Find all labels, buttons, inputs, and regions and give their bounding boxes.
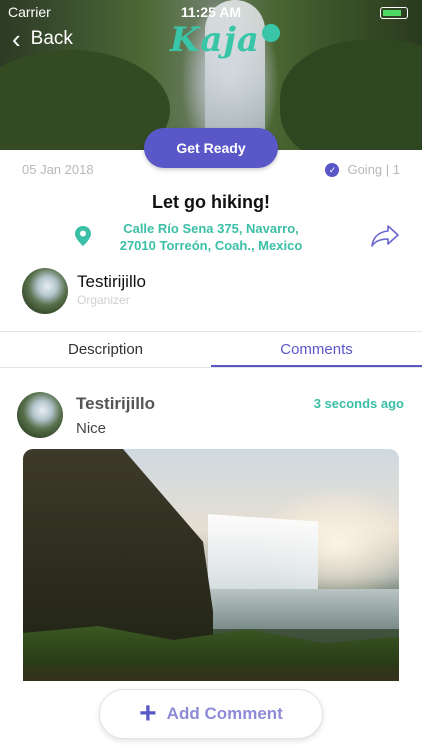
clock: 11:25 AM bbox=[180, 4, 242, 20]
logo-text: Kaja bbox=[170, 20, 260, 60]
back-button[interactable]: ‹ Back bbox=[12, 24, 73, 54]
status-bar: Carrier 11:25 AM bbox=[0, 3, 422, 21]
event-title: Let go hiking! bbox=[152, 192, 270, 212]
comment-photo[interactable] bbox=[23, 449, 399, 681]
organizer-name[interactable]: Testirijillo bbox=[77, 272, 146, 292]
get-ready-button[interactable]: Get Ready bbox=[144, 128, 278, 168]
add-comment-button[interactable]: + Add Comment bbox=[99, 689, 323, 739]
add-comment-label: Add Comment bbox=[166, 704, 283, 723]
share-arrow-icon[interactable] bbox=[370, 224, 400, 248]
battery-icon bbox=[380, 7, 408, 19]
tab-comments[interactable]: Comments bbox=[211, 333, 422, 367]
back-label: Back bbox=[30, 28, 73, 49]
check-circle-icon: ✓ bbox=[325, 162, 340, 177]
tab-description[interactable]: Description bbox=[0, 333, 211, 367]
back-chevron-icon: ‹ bbox=[12, 24, 21, 54]
organizer-role: Organizer bbox=[77, 293, 130, 307]
event-date: 05 Jan 2018 bbox=[22, 162, 94, 177]
comment-text: Nice bbox=[76, 420, 107, 437]
address-line-1: Calle Río Sena 375, Navarro, bbox=[123, 221, 299, 236]
address-line-2: 27010 Torreón, Coah., Mexico bbox=[119, 238, 303, 253]
going-label: Going | 1 bbox=[347, 162, 400, 177]
organizer-avatar[interactable] bbox=[22, 268, 68, 314]
going-status[interactable]: ✓ Going | 1 bbox=[325, 162, 400, 177]
event-address[interactable]: Calle Río Sena 375, Navarro, 27010 Torre… bbox=[106, 220, 316, 254]
comment-author-avatar[interactable] bbox=[17, 392, 63, 438]
app-logo: Kaja bbox=[170, 20, 280, 60]
tab-comments-label: Comments bbox=[280, 341, 353, 358]
comment-timestamp: 3 seconds ago bbox=[313, 396, 404, 411]
hero-cliff-right bbox=[280, 40, 422, 150]
event-detail-screen: Carrier 11:25 AM ‹ Back Kaja Get Ready 0… bbox=[0, 0, 422, 750]
divider bbox=[0, 367, 422, 368]
logo-dot-icon bbox=[261, 24, 280, 42]
tab-bar: Description Comments bbox=[0, 333, 422, 367]
comment-author[interactable]: Testirijillo bbox=[76, 394, 155, 414]
photo-waterfall bbox=[208, 514, 318, 589]
hero-cliff-left bbox=[0, 50, 170, 150]
location-pin-icon bbox=[75, 226, 91, 246]
divider bbox=[0, 331, 422, 332]
plus-icon: + bbox=[139, 697, 157, 730]
